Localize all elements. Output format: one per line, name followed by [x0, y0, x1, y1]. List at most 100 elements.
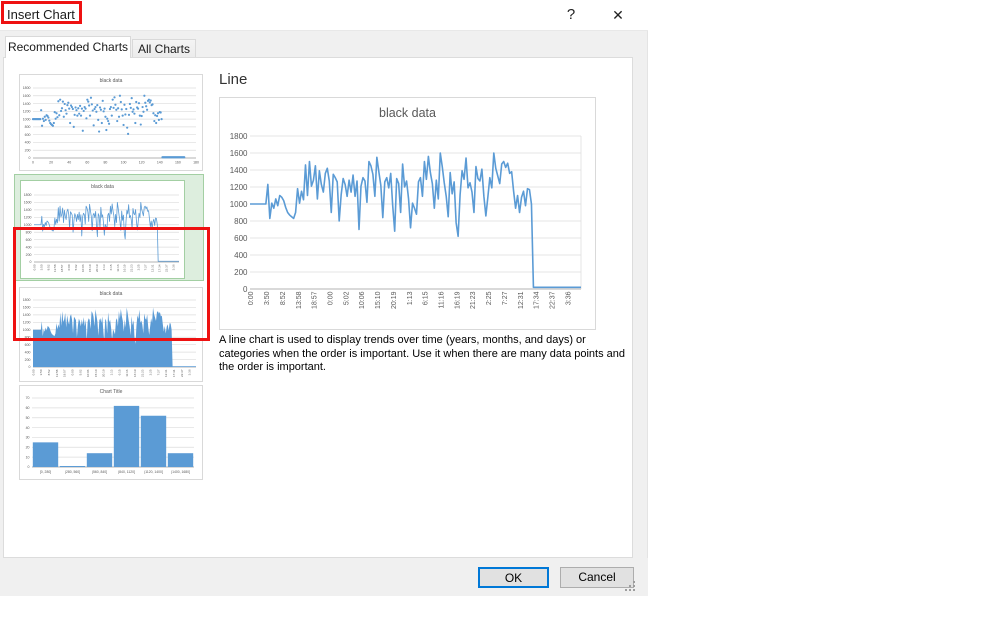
svg-text:1600: 1600	[24, 201, 32, 205]
svg-text:13:58: 13:58	[296, 291, 303, 309]
dialog-footer: OK Cancel	[0, 558, 648, 596]
svg-text:6:15: 6:15	[109, 264, 113, 270]
svg-text:10: 10	[26, 455, 30, 459]
svg-text:3:36: 3:36	[565, 291, 572, 305]
preview-chart: 0200400600800100012001400160018000:003:5…	[219, 97, 596, 330]
svg-text:7:27: 7:27	[502, 291, 509, 305]
svg-text:15:10: 15:10	[94, 369, 98, 377]
svg-text:2:25: 2:25	[149, 369, 153, 375]
svg-text:16:19: 16:19	[133, 369, 137, 377]
svg-text:(1400, 1680]: (1400, 1680]	[171, 470, 190, 474]
svg-text:3:50: 3:50	[39, 264, 43, 270]
svg-text:1600: 1600	[23, 306, 31, 310]
svg-text:0:00: 0:00	[327, 291, 334, 305]
svg-text:3:50: 3:50	[264, 291, 271, 305]
svg-text:3:36: 3:36	[171, 264, 175, 270]
svg-text:1800: 1800	[24, 193, 32, 197]
svg-text:18:57: 18:57	[312, 291, 319, 309]
svg-text:0: 0	[29, 156, 31, 160]
help-icon[interactable]: ?	[558, 4, 584, 26]
chart-thumbnail-area[interactable]: 0200400600800100012001400160018000:003:5…	[19, 287, 203, 382]
svg-text:0: 0	[29, 365, 31, 369]
svg-text:15:10: 15:10	[88, 264, 92, 272]
svg-text:17:34: 17:34	[157, 264, 161, 272]
svg-text:1400: 1400	[24, 208, 32, 212]
chart-thumbnail-histogram[interactable]: 010203040506070[0, 280](280, 560](560, 8…	[19, 385, 203, 480]
svg-text:12:31: 12:31	[150, 264, 154, 272]
svg-text:1600: 1600	[230, 149, 248, 158]
chart-description: A line chart is used to display trends o…	[219, 334, 627, 375]
svg-text:600: 600	[25, 343, 31, 347]
svg-text:5:02: 5:02	[78, 369, 82, 375]
svg-text:1:13: 1:13	[109, 369, 113, 375]
svg-text:11:16: 11:16	[116, 264, 120, 272]
svg-text:1000: 1000	[24, 223, 32, 227]
svg-text:800: 800	[26, 230, 32, 234]
svg-text:1400: 1400	[23, 102, 31, 106]
svg-text:15:10: 15:10	[375, 291, 382, 309]
svg-text:22:37: 22:37	[549, 291, 556, 309]
svg-text:0:00: 0:00	[248, 291, 255, 305]
svg-text:5:02: 5:02	[74, 264, 78, 270]
cancel-button[interactable]: Cancel	[560, 567, 634, 588]
svg-text:20:19: 20:19	[95, 264, 99, 272]
close-icon[interactable]: ✕	[605, 4, 631, 26]
svg-text:140: 140	[157, 161, 163, 165]
svg-text:600: 600	[234, 234, 248, 243]
svg-text:30: 30	[26, 436, 30, 440]
svg-text:16:19: 16:19	[123, 264, 127, 272]
svg-text:40: 40	[26, 426, 30, 430]
svg-text:0: 0	[30, 260, 32, 264]
svg-text:600: 600	[26, 238, 32, 242]
svg-text:17:34: 17:34	[534, 291, 541, 309]
resize-grip-icon[interactable]	[624, 580, 636, 592]
svg-text:1:13: 1:13	[102, 264, 106, 270]
svg-text:12:31: 12:31	[164, 369, 168, 377]
svg-text:60: 60	[26, 406, 30, 410]
tab-all-charts[interactable]: All Charts	[132, 39, 196, 58]
svg-text:22:37: 22:37	[164, 264, 168, 272]
svg-text:200: 200	[26, 253, 32, 257]
svg-text:(840, 1120]: (840, 1120]	[118, 470, 135, 474]
svg-text:13:58: 13:58	[55, 369, 59, 377]
svg-text:60: 60	[85, 161, 89, 165]
svg-text:400: 400	[26, 245, 32, 249]
svg-text:0:00: 0:00	[31, 369, 35, 375]
svg-text:(1120, 1400]: (1120, 1400]	[144, 470, 163, 474]
svg-text:20: 20	[26, 446, 30, 450]
svg-text:1000: 1000	[23, 117, 31, 121]
chart-thumbnail-scatter[interactable]: 0200400600800100012001400160018000204060…	[19, 74, 203, 171]
svg-text:0:00: 0:00	[32, 264, 36, 270]
svg-text:1800: 1800	[23, 298, 31, 302]
svg-text:20:19: 20:19	[391, 291, 398, 309]
svg-text:2:25: 2:25	[486, 291, 493, 305]
tab-recommended-charts[interactable]: Recommended Charts	[5, 36, 131, 58]
svg-text:200: 200	[25, 148, 31, 152]
svg-text:6:15: 6:15	[117, 369, 121, 375]
thumbnail-chart-frame: 0200400600800100012001400160018000:003:5…	[20, 180, 185, 279]
svg-text:18:57: 18:57	[63, 369, 67, 377]
svg-text:6:15: 6:15	[423, 291, 430, 305]
svg-text:[0, 280]: [0, 280]	[40, 470, 51, 474]
svg-text:16:19: 16:19	[454, 291, 461, 309]
svg-text:0:00: 0:00	[67, 264, 71, 270]
svg-text:21:23: 21:23	[470, 291, 477, 309]
svg-text:0: 0	[32, 161, 34, 165]
svg-text:20:19: 20:19	[102, 369, 106, 377]
svg-text:1:13: 1:13	[407, 291, 414, 305]
svg-text:200: 200	[234, 268, 248, 277]
chart-thumbnail-line-selected[interactable]: 0200400600800100012001400160018000:003:5…	[14, 174, 204, 281]
ok-button[interactable]: OK	[478, 567, 549, 588]
svg-text:(280, 560]: (280, 560]	[65, 470, 80, 474]
svg-text:160: 160	[175, 161, 181, 165]
svg-text:1200: 1200	[230, 183, 248, 192]
svg-text:80: 80	[103, 161, 107, 165]
svg-text:400: 400	[25, 141, 31, 145]
svg-text:7:27: 7:27	[144, 264, 148, 270]
svg-text:120: 120	[139, 161, 145, 165]
svg-text:40: 40	[67, 161, 71, 165]
svg-text:18:57: 18:57	[60, 264, 64, 272]
svg-text:1200: 1200	[24, 216, 32, 220]
svg-text:1000: 1000	[230, 200, 248, 209]
svg-text:3:50: 3:50	[39, 369, 43, 375]
